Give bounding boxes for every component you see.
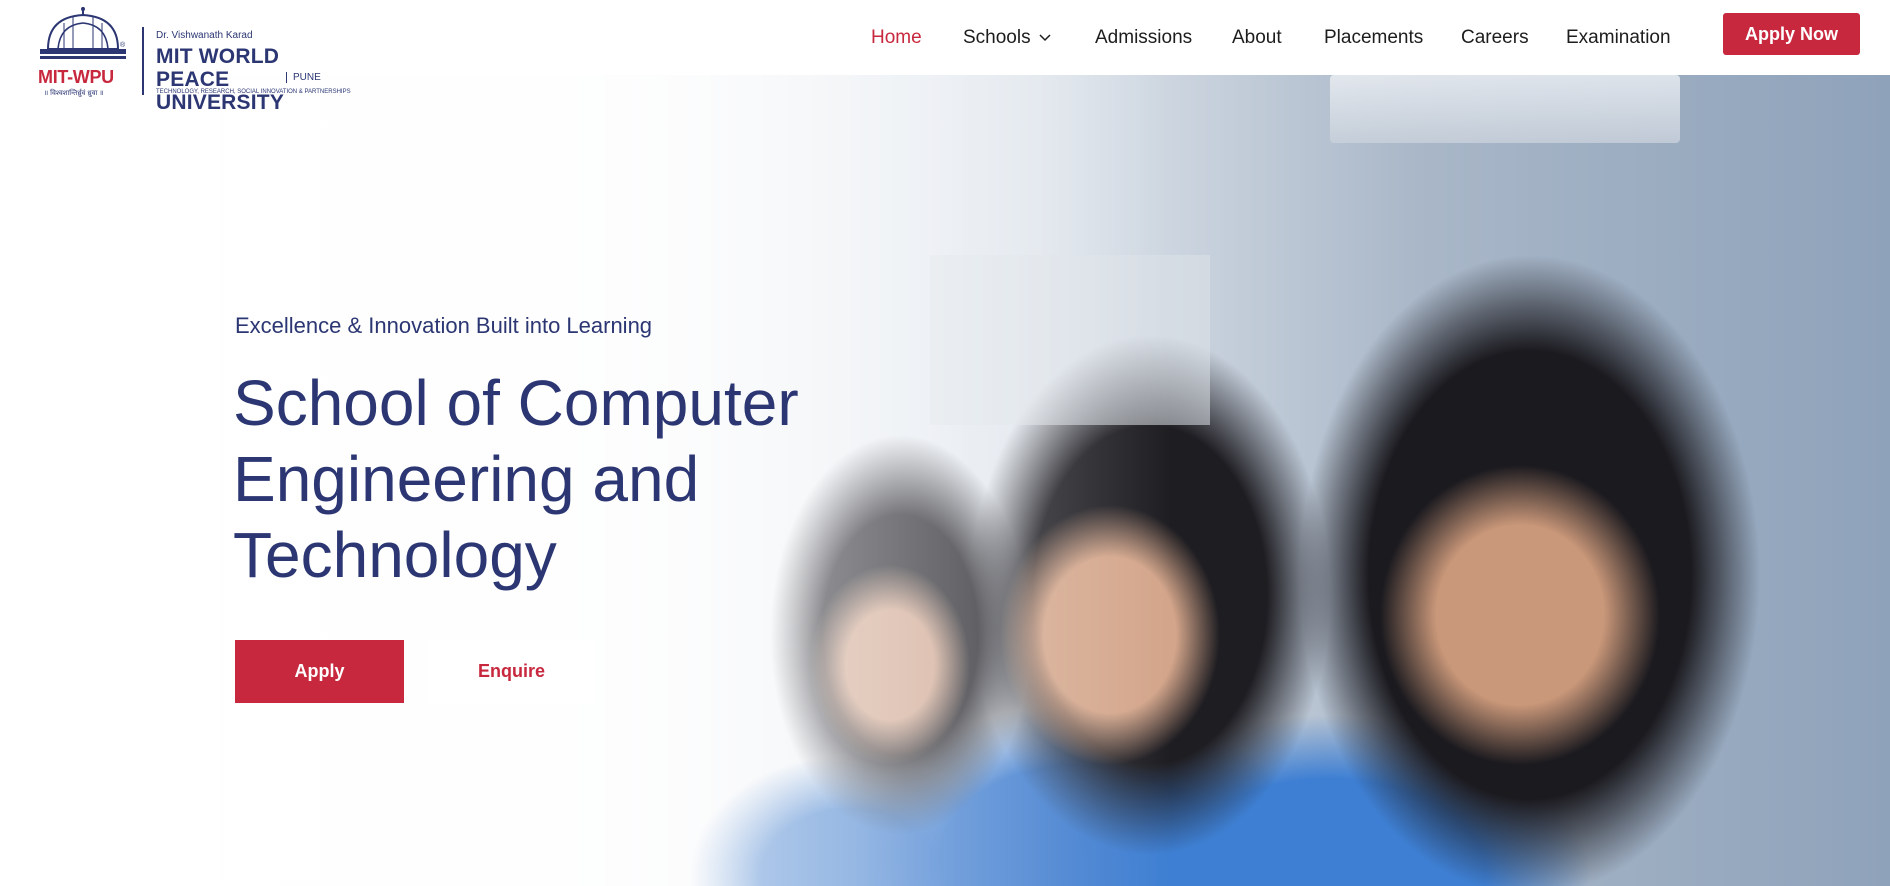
nav-item-examination[interactable]: Examination <box>1566 24 1671 52</box>
apply-now-button[interactable]: Apply Now <box>1723 13 1860 55</box>
chevron-down-icon <box>1039 34 1051 42</box>
logo-short-name: MIT-WPU <box>38 67 114 87</box>
logo-name-line1: MIT WORLD PEACE <box>156 45 280 91</box>
nav-item-schools-label: Schools <box>963 27 1031 48</box>
logo-university-name: MIT WORLD PEACE UNIVERSITY <box>156 45 356 114</box>
enquire-button[interactable]: Enquire <box>428 640 595 703</box>
logo-tagline: TECHNOLOGY, RESEARCH, SOCIAL INNOVATION … <box>156 89 351 95</box>
logo-motto: ॥ विश्वशान्तिर्ध्रुवं ध्रुवा ॥ <box>44 90 104 97</box>
nav-item-admissions[interactable]: Admissions <box>1095 24 1192 52</box>
hero-title-line-1: School of Computer <box>233 367 799 439</box>
hero-title-line-3: Technology <box>233 519 557 591</box>
logo-divider <box>142 27 144 95</box>
svg-text:®: ® <box>120 41 126 49</box>
nav-item-home[interactable]: Home <box>871 24 922 52</box>
apply-button[interactable]: Apply <box>235 640 404 703</box>
hero-tagline: Excellence & Innovation Built into Learn… <box>235 313 653 338</box>
hero-title-line-2: Engineering and <box>233 443 700 515</box>
nav-item-careers[interactable]: Careers <box>1461 24 1529 52</box>
logo-founder-name: Dr. Vishwanath Karad <box>156 30 253 41</box>
hero-title: School of Computer Engineering and Techn… <box>233 365 933 593</box>
nav-item-about[interactable]: About <box>1232 24 1282 52</box>
university-logo[interactable]: ® MIT-WPU ॥ विश्वशान्तिर्ध्रुवं ध्रुवा ॥… <box>36 5 356 114</box>
nav-item-placements[interactable]: Placements <box>1324 24 1423 52</box>
nav-item-schools[interactable]: Schools <box>963 24 1051 52</box>
site-header: ® MIT-WPU ॥ विश्वशान्तिर्ध्रुवं ध्रुवा ॥… <box>0 0 1890 114</box>
logo-location: PUNE <box>286 72 321 83</box>
